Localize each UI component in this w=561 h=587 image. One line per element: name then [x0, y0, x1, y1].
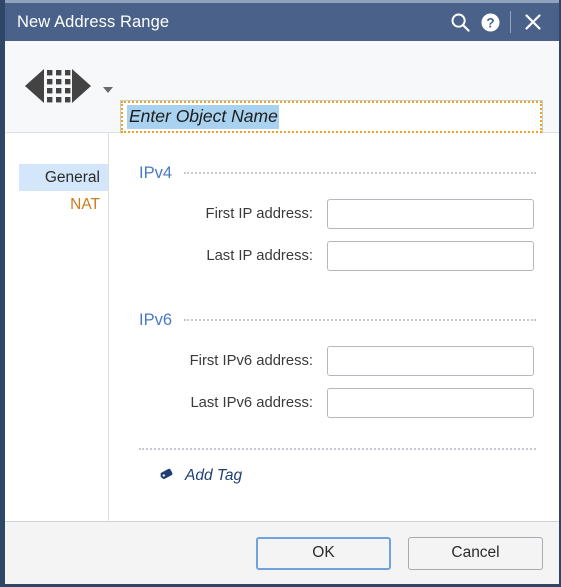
first-ipv6-address-label: First IPv6 address: [189, 353, 313, 369]
ipv6-section: IPv6 First IPv6 address: Last IPv6 addre… [139, 309, 559, 418]
section-title: IPv6 [139, 310, 173, 329]
sidebar: General NAT [5, 133, 109, 521]
general-tab-content: IPv4 First IP address: Last IP address: … [110, 133, 559, 521]
sidebar-item-label: NAT [70, 195, 100, 213]
section-divider [184, 318, 536, 322]
add-tag-label: Add Tag [185, 466, 243, 484]
first-ipv6-address-row: First IPv6 address: [139, 346, 559, 376]
ipv4-section: IPv4 First IP address: Last IP address: [139, 162, 559, 271]
chevron-down-icon[interactable] [103, 87, 113, 93]
last-ip-address-row: Last IP address: [139, 241, 559, 271]
dialog-title: New Address Range [17, 12, 170, 31]
sidebar-item-label: General [44, 168, 100, 186]
last-ipv6-address-row: Last IPv6 address: [139, 388, 559, 418]
search-icon[interactable] [445, 7, 475, 37]
add-tag-button[interactable]: Add Tag [159, 464, 242, 487]
dialog-footer: OK Cancel [5, 521, 559, 584]
ipv6-section-header: IPv6 [139, 309, 559, 331]
first-ip-address-row: First IP address: [139, 199, 559, 229]
object-header: Enter Object Name Enter Object Comment [5, 41, 559, 159]
titlebar-separator [510, 11, 511, 33]
help-icon[interactable]: ? [475, 7, 505, 37]
ok-button[interactable]: OK [256, 536, 391, 570]
object-name-input[interactable]: Enter Object Name [120, 100, 543, 134]
cancel-button[interactable]: Cancel [408, 536, 543, 570]
first-ipv6-address-input[interactable] [327, 346, 534, 376]
first-ip-address-label: First IP address: [205, 206, 313, 222]
tag-icon [159, 464, 177, 487]
tag-divider [139, 448, 536, 451]
dialog-titlebar: New Address Range ? [5, 0, 559, 41]
sidebar-item-general[interactable]: General [19, 164, 108, 191]
ipv4-section-header: IPv4 [139, 162, 559, 184]
last-ipv6-address-label: Last IPv6 address: [190, 395, 313, 411]
titlebar-actions: ? [445, 3, 559, 41]
last-ip-address-input[interactable] [327, 241, 534, 271]
last-ipv6-address-input[interactable] [327, 388, 534, 418]
section-title: IPv4 [139, 163, 173, 182]
svg-text:?: ? [486, 15, 494, 30]
address-range-icon [22, 61, 94, 116]
first-ip-address-input[interactable] [327, 199, 534, 229]
new-address-range-dialog: New Address Range ? Enter Object Name Ge… [0, 0, 561, 587]
dialog-body: General NAT IPv4 First IP address: Last … [5, 133, 559, 521]
last-ip-address-label: Last IP address: [206, 248, 313, 264]
sidebar-item-nat[interactable]: NAT [19, 191, 108, 218]
object-name-value: Enter Object Name [127, 105, 279, 129]
section-divider [184, 171, 536, 175]
object-icon-group[interactable] [22, 61, 113, 116]
close-icon[interactable] [518, 7, 548, 37]
